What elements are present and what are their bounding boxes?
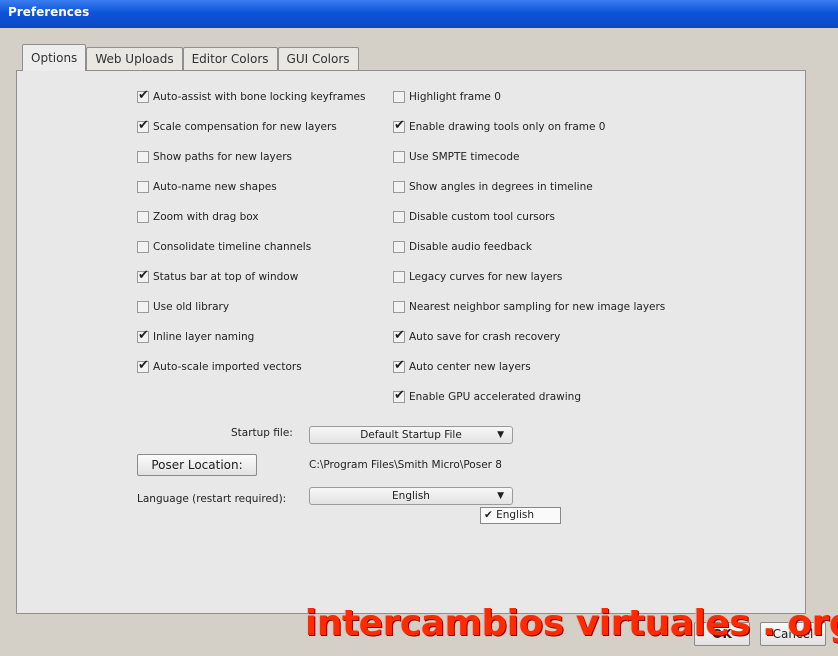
option-status-bar-top[interactable]: Status bar at top of window bbox=[137, 268, 298, 285]
poser-location-button[interactable]: Poser Location: bbox=[137, 454, 257, 476]
window-title: Preferences bbox=[0, 0, 838, 28]
option-auto-name-shapes[interactable]: Auto-name new shapes bbox=[137, 179, 277, 195]
option-auto-center[interactable]: Auto center new layers bbox=[393, 358, 531, 375]
checkbox[interactable] bbox=[393, 91, 405, 103]
tab-gui-colors[interactable]: GUI Colors bbox=[277, 47, 359, 71]
checkbox[interactable] bbox=[393, 151, 405, 163]
poser-location-path: C:\Program Files\Smith Micro\Poser 8 bbox=[309, 459, 502, 471]
checkbox[interactable] bbox=[137, 301, 149, 313]
tab-web-uploads[interactable]: Web Uploads bbox=[86, 47, 183, 71]
option-angles-degrees[interactable]: Show angles in degrees in timeline bbox=[393, 179, 593, 195]
option-scale-compensation[interactable]: Scale compensation for new layers bbox=[137, 118, 337, 135]
option-zoom-drag-box[interactable]: Zoom with drag box bbox=[137, 209, 259, 225]
option-nearest-neighbor[interactable]: Nearest neighbor sampling for new image … bbox=[393, 299, 665, 315]
tab-editor-colors[interactable]: Editor Colors bbox=[182, 47, 278, 71]
checkbox[interactable] bbox=[393, 388, 405, 404]
option-inline-layer-naming[interactable]: Inline layer naming bbox=[137, 328, 254, 345]
tab-options[interactable]: Options bbox=[22, 44, 87, 71]
tab-bar: Options Web Uploads Editor Colors GUI Co… bbox=[22, 44, 359, 71]
option-use-old-library[interactable]: Use old library bbox=[137, 299, 229, 315]
language-menu-item-english[interactable]: ✔ English bbox=[480, 507, 561, 524]
checkbox[interactable] bbox=[137, 118, 149, 134]
option-auto-assist-bone-locking[interactable]: Auto-assist with bone locking keyframes bbox=[137, 88, 366, 105]
option-consolidate-timeline[interactable]: Consolidate timeline channels bbox=[137, 239, 311, 255]
option-disable-tool-cursors[interactable]: Disable custom tool cursors bbox=[393, 209, 555, 225]
checkbox[interactable] bbox=[137, 181, 149, 193]
option-gpu-drawing[interactable]: Enable GPU accelerated drawing bbox=[393, 388, 581, 405]
option-disable-audio-feedback[interactable]: Disable audio feedback bbox=[393, 239, 532, 255]
checkbox[interactable] bbox=[137, 88, 149, 104]
checkbox[interactable] bbox=[137, 211, 149, 223]
chevron-down-icon: ▼ bbox=[497, 491, 504, 501]
option-show-paths[interactable]: Show paths for new layers bbox=[137, 149, 292, 165]
option-auto-scale-vectors[interactable]: Auto-scale imported vectors bbox=[137, 358, 302, 375]
checkbox[interactable] bbox=[393, 358, 405, 374]
option-smpte-timecode[interactable]: Use SMPTE timecode bbox=[393, 149, 519, 165]
checkbox[interactable] bbox=[137, 328, 149, 344]
options-panel: Auto-assist with bone locking keyframes … bbox=[16, 70, 806, 614]
checkbox[interactable] bbox=[137, 358, 149, 374]
checkbox[interactable] bbox=[393, 241, 405, 253]
checkbox[interactable] bbox=[393, 301, 405, 313]
language-label: Language (restart required): bbox=[137, 493, 287, 505]
checkbox[interactable] bbox=[137, 241, 149, 253]
language-dropdown[interactable]: English ▼ bbox=[309, 487, 513, 505]
watermark: intercambios virtuales . org bbox=[305, 603, 838, 644]
chevron-down-icon: ▼ bbox=[497, 430, 504, 440]
option-auto-save[interactable]: Auto save for crash recovery bbox=[393, 328, 560, 345]
checkbox[interactable] bbox=[137, 151, 149, 163]
option-legacy-curves[interactable]: Legacy curves for new layers bbox=[393, 269, 562, 285]
checkbox[interactable] bbox=[137, 268, 149, 284]
startup-file-label: Startup file: bbox=[231, 427, 293, 439]
language-value: English bbox=[392, 490, 430, 502]
checkbox[interactable] bbox=[393, 328, 405, 344]
checkbox[interactable] bbox=[393, 271, 405, 283]
checkbox[interactable] bbox=[393, 118, 405, 134]
checkbox[interactable] bbox=[393, 211, 405, 223]
checkbox[interactable] bbox=[393, 181, 405, 193]
option-drawing-tools-frame-0[interactable]: Enable drawing tools only on frame 0 bbox=[393, 118, 606, 135]
option-highlight-frame-0[interactable]: Highlight frame 0 bbox=[393, 89, 501, 105]
startup-file-dropdown[interactable]: Default Startup File ▼ bbox=[309, 426, 513, 444]
startup-file-value: Default Startup File bbox=[360, 429, 462, 441]
